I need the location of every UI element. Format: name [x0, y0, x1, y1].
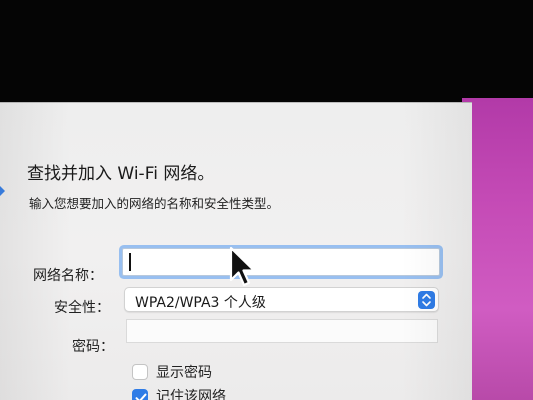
- security-select[interactable]: WPA2/WPA3 个人级: [124, 287, 439, 312]
- checkmark-icon: [135, 393, 147, 400]
- chevron-updown-icon[interactable]: [418, 291, 435, 309]
- dialog-title: 查找并加入 Wi-Fi 网络。: [27, 164, 215, 184]
- network-name-input[interactable]: [122, 248, 440, 276]
- screen-bezel: [0, 0, 533, 104]
- network-name-label: 网络名称：: [33, 268, 103, 284]
- edge-arrow-icon: [0, 186, 5, 196]
- text-caret: [129, 253, 131, 271]
- desktop-wallpaper: [462, 98, 533, 400]
- show-password-checkbox[interactable]: [132, 364, 148, 380]
- remember-network-label[interactable]: 记住该网络: [156, 386, 226, 400]
- show-password-label[interactable]: 显示密码: [156, 362, 212, 382]
- security-label: 安全性：: [54, 300, 110, 316]
- password-input[interactable]: [126, 319, 438, 343]
- security-select-value: WPA2/WPA3 个人级: [135, 295, 266, 311]
- remember-network-checkbox[interactable]: [132, 389, 148, 400]
- password-label: 密码：: [72, 339, 114, 355]
- mouse-pointer-icon: [229, 246, 257, 294]
- dialog-subtitle: 输入您想要加入的网络的名称和安全性类型。: [29, 196, 280, 211]
